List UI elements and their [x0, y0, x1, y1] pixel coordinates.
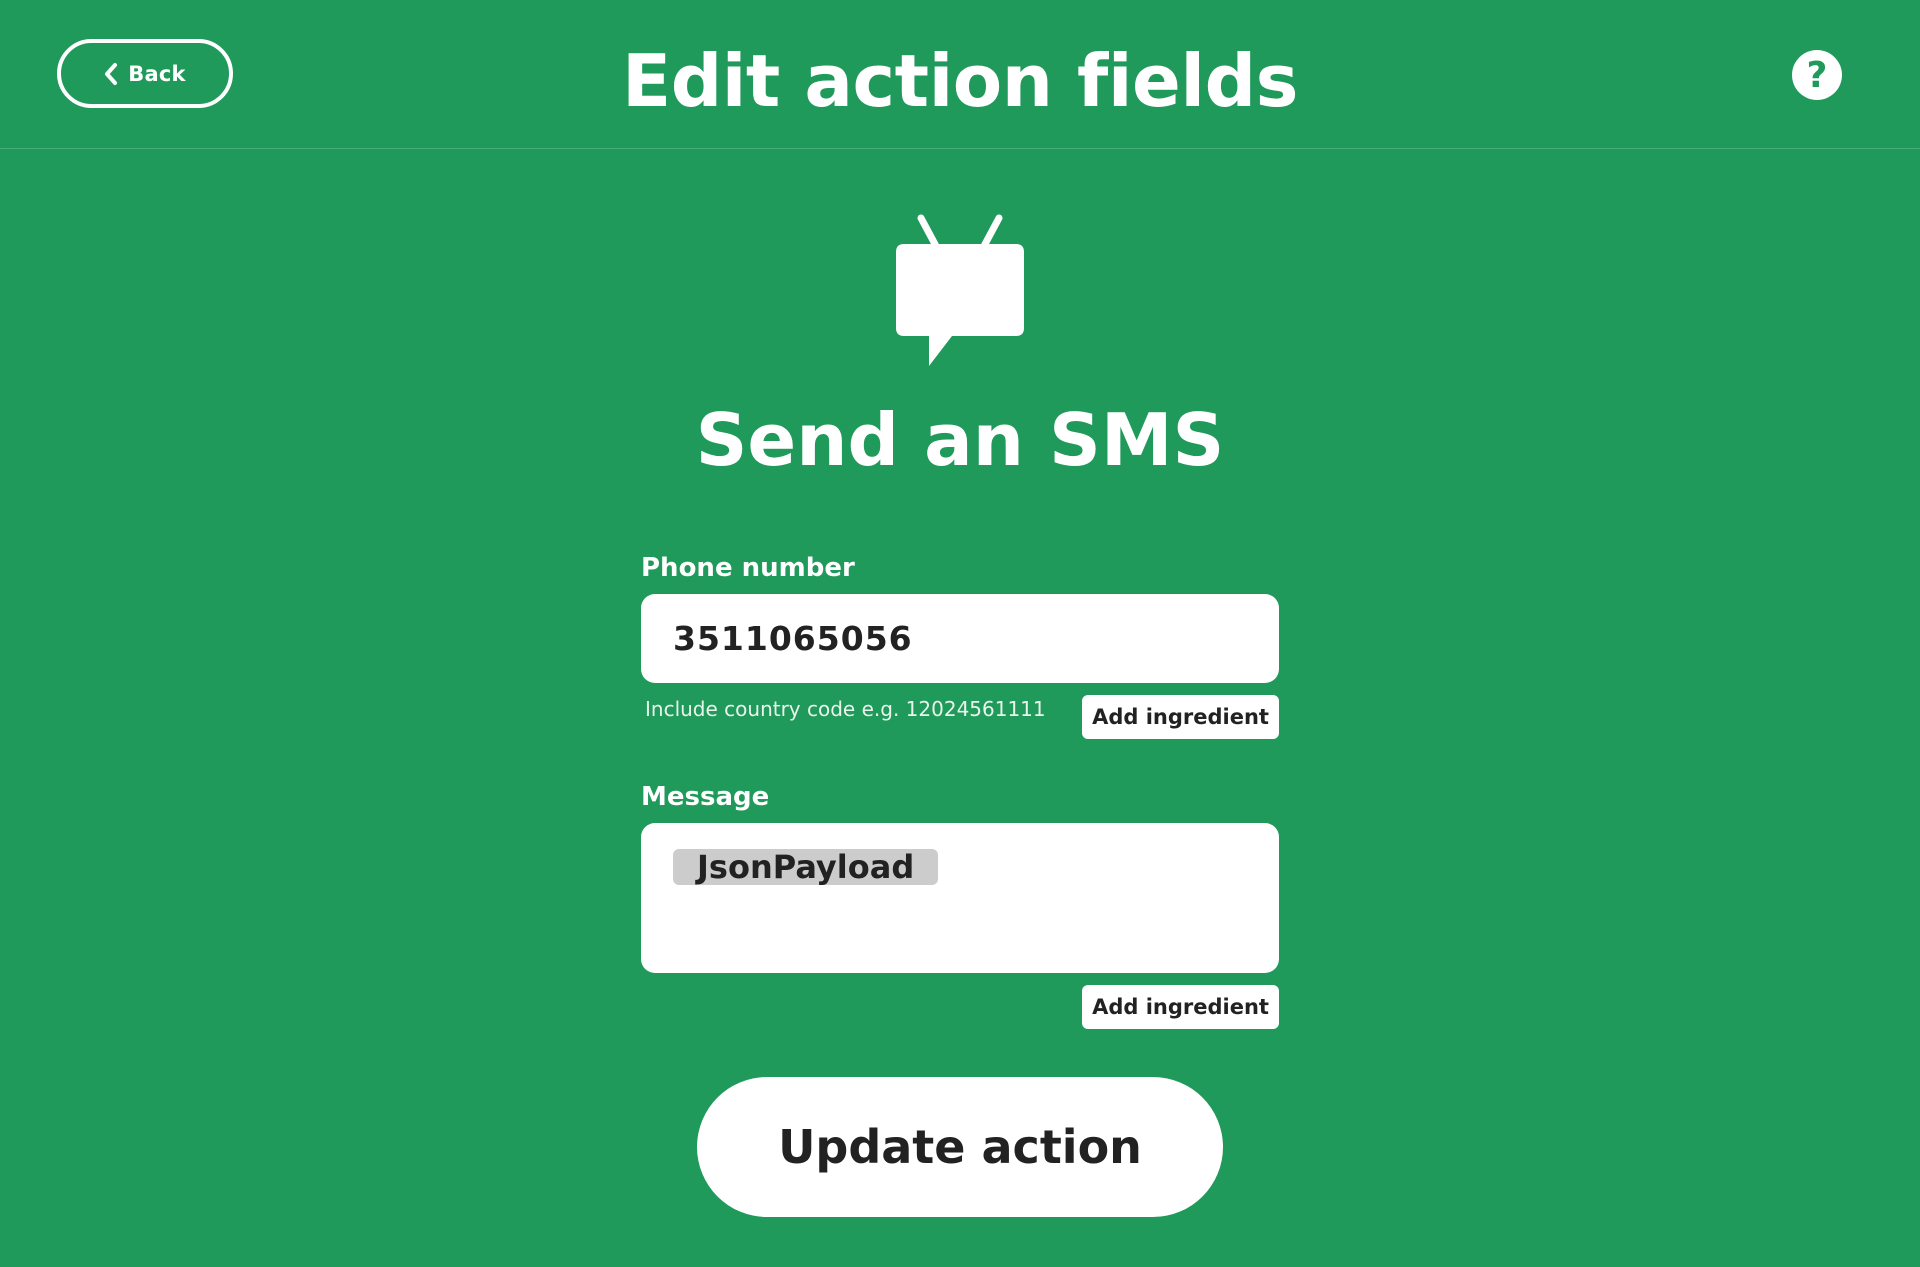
update-action-label: Update action — [778, 1120, 1142, 1174]
message-add-ingredient-button[interactable]: Add ingredient — [1082, 985, 1279, 1029]
phone-number-label: Phone number — [641, 553, 855, 583]
phone-number-help-row: Include country code e.g. 12024561111 Ad… — [641, 695, 1279, 739]
header-bar: Back Edit action fields ? — [0, 0, 1920, 149]
field-spacer — [641, 739, 1279, 777]
page-title: Edit action fields — [622, 39, 1298, 123]
phone-number-input[interactable]: 3511065056 — [641, 594, 1279, 683]
help-icon[interactable]: ? — [1792, 50, 1842, 100]
sms-message-icon — [896, 214, 1024, 366]
ingredient-pill[interactable]: JsonPayload — [673, 849, 939, 885]
action-fields-form: Phone number 3511065056 Include country … — [641, 548, 1279, 1029]
message-input[interactable]: JsonPayload — [641, 823, 1279, 973]
message-label: Message — [641, 782, 770, 812]
phone-add-ingredient-button[interactable]: Add ingredient — [1082, 695, 1279, 739]
action-title: Send an SMS — [695, 398, 1225, 482]
update-action-button[interactable]: Update action — [697, 1077, 1223, 1217]
phone-number-help-text: Include country code e.g. 12024561111 — [645, 697, 1046, 721]
phone-number-value: 3511065056 — [673, 619, 913, 658]
help-icon-symbol: ? — [1806, 54, 1828, 96]
message-actions-row: Add ingredient — [641, 985, 1279, 1029]
